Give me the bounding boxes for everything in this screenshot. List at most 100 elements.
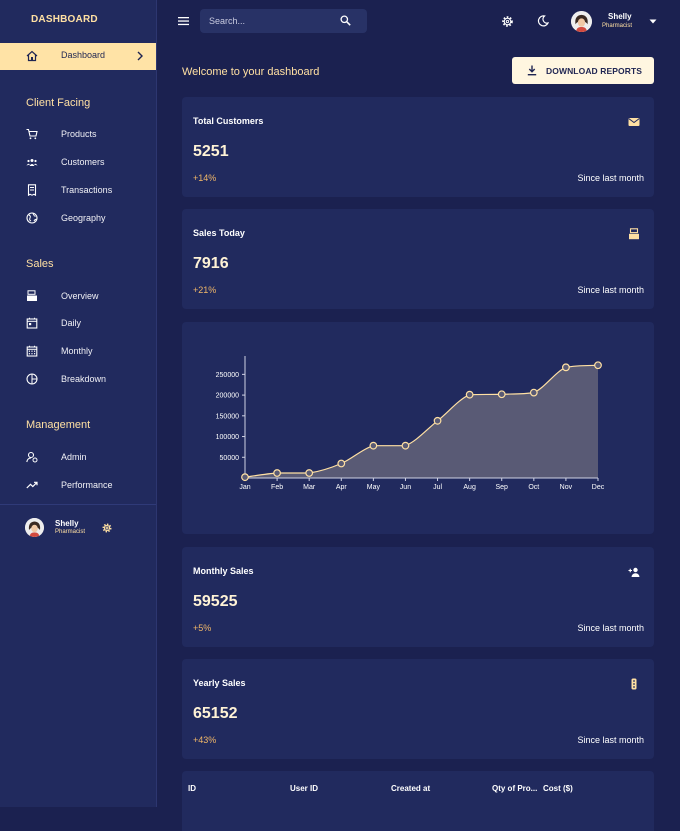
dark-mode-moon-icon[interactable] (537, 15, 549, 27)
sidebar-item-label: Dashboard (61, 50, 106, 60)
section-title-management: Management (26, 419, 91, 431)
sidebar-divider (0, 504, 156, 505)
receipt-icon (27, 184, 37, 196)
home-icon (26, 50, 38, 62)
point-of-sale-icon (629, 228, 639, 240)
person-add-icon (628, 567, 640, 577)
table-header-qty[interactable]: Qty of Pro... (492, 784, 537, 793)
avatar[interactable] (571, 11, 592, 32)
user-name: Shelly (608, 12, 632, 21)
stat-delta: +21% (193, 285, 217, 295)
chart-data-point (241, 473, 249, 482)
trending-up-icon (26, 481, 38, 489)
stat-since: Since last month (577, 735, 644, 745)
people-icon (26, 159, 38, 166)
sidebar-item-label: Monthly (61, 346, 93, 356)
chart-data-point (433, 416, 442, 425)
avatar[interactable] (25, 518, 44, 537)
download-reports-button[interactable]: DOWNLOAD REPORTS (512, 57, 654, 84)
sidebar-item-label: Customers (61, 157, 105, 167)
search-icon[interactable] (340, 15, 351, 26)
chart-data-point (369, 441, 378, 450)
user-role: Pharmacist (602, 23, 633, 29)
section-title-client-facing: Client Facing (26, 97, 91, 109)
sidebar-item-label: Performance (61, 480, 113, 490)
sidebar-item-geography[interactable]: Geography (0, 208, 156, 230)
chart-x-tick-label: Sep (495, 484, 508, 491)
chart-x-tick-label: Jul (433, 484, 442, 491)
sidebar-item-breakdown[interactable]: Breakdown (0, 369, 156, 391)
sidebar-item-overview[interactable]: Overview (0, 286, 156, 308)
stat-since: Since last month (577, 173, 644, 183)
stat-since: Since last month (577, 285, 644, 295)
menu-icon[interactable] (178, 16, 189, 26)
stat-value: 59525 (193, 593, 238, 610)
chart-x-tick-label: Jun (400, 484, 411, 491)
sidebar-item-products[interactable]: Products (0, 124, 156, 146)
settings-gear-icon[interactable] (501, 15, 514, 28)
search-box (200, 9, 367, 33)
sidebar-item-label: Breakdown (61, 374, 107, 384)
stat-title: Yearly Sales (193, 678, 246, 688)
stat-card-yearly-sales: Yearly Sales 65152 +43% Since last month (182, 659, 654, 759)
sidebar-item-label: Products (61, 129, 97, 139)
chart-data-point (562, 363, 570, 372)
table-header-cost[interactable]: Cost ($) (543, 784, 573, 793)
stat-card-sales-today: Sales Today 7916 +21% Since last month (182, 209, 654, 309)
chart-data-point (273, 469, 281, 477)
admin-icon (26, 451, 38, 463)
chart-y-tick-label: 50000 (220, 455, 240, 462)
caret-down-icon[interactable] (649, 19, 657, 24)
user-role: Pharmacist (55, 529, 86, 535)
sidebar-item-label: Admin (61, 452, 87, 462)
chart-data-point (337, 459, 346, 468)
chart-data-point (529, 388, 538, 397)
chart-x-tick-label: Apr (336, 484, 348, 491)
sidebar-item-label: Daily (61, 318, 82, 328)
brand-title[interactable]: DASHBOARD (31, 14, 98, 25)
chart-x-tick-label: Feb (271, 484, 283, 491)
stat-value: 5251 (193, 143, 229, 160)
sidebar-item-customers[interactable]: Customers (0, 152, 156, 174)
pie-chart-icon (26, 373, 38, 385)
point-of-sale-icon (27, 290, 37, 301)
chart-x-tick-label: Mar (303, 484, 316, 491)
chart-x-tick-label: Nov (560, 484, 573, 491)
chart-x-tick-label: Jan (239, 484, 250, 491)
traffic-icon (631, 678, 637, 690)
table-header-created-at[interactable]: Created at (391, 784, 430, 793)
download-icon (527, 65, 537, 76)
table-header-user-id[interactable]: User ID (290, 784, 318, 793)
search-input[interactable] (209, 14, 329, 28)
globe-icon (26, 212, 38, 224)
sidebar-item-transactions[interactable]: Transactions (0, 180, 156, 202)
sidebar-item-daily[interactable]: Daily (0, 313, 156, 335)
sidebar-item-performance[interactable]: Performance (0, 475, 156, 497)
stat-title: Sales Today (193, 228, 245, 238)
settings-gear-icon[interactable] (101, 522, 113, 534)
stat-delta: +14% (193, 173, 217, 183)
chart-data-point (305, 469, 314, 477)
chart-data-point (401, 441, 410, 450)
chart-x-tick-label: Dec (592, 484, 605, 491)
stat-value: 65152 (193, 705, 238, 722)
sidebar-item-dashboard[interactable]: Dashboard (0, 43, 156, 70)
download-reports-label: DOWNLOAD REPORTS (546, 66, 643, 76)
chart-y-tick-label: 100000 (216, 434, 239, 441)
chart-x-tick-label: Oct (528, 484, 539, 491)
calendar-month-icon (26, 345, 38, 357)
sidebar-item-monthly[interactable]: Monthly (0, 341, 156, 363)
user-name: Shelly (55, 519, 79, 528)
chart-data-point (594, 361, 602, 370)
chart-data-point (497, 390, 506, 399)
sidebar-item-label: Geography (61, 213, 106, 223)
stat-card-total-customers: Total Customers 5251 +14% Since last mon… (182, 97, 654, 197)
sidebar-item-admin[interactable]: Admin (0, 447, 156, 469)
chevron-right-icon (137, 51, 143, 61)
cart-icon (26, 128, 38, 140)
calendar-day-icon (26, 317, 38, 329)
section-title-sales: Sales (26, 258, 54, 270)
stat-delta: +5% (193, 623, 212, 633)
transactions-table: ID User ID Created at Qty of Pro... Cost… (182, 771, 654, 831)
table-header-id[interactable]: ID (188, 784, 196, 793)
